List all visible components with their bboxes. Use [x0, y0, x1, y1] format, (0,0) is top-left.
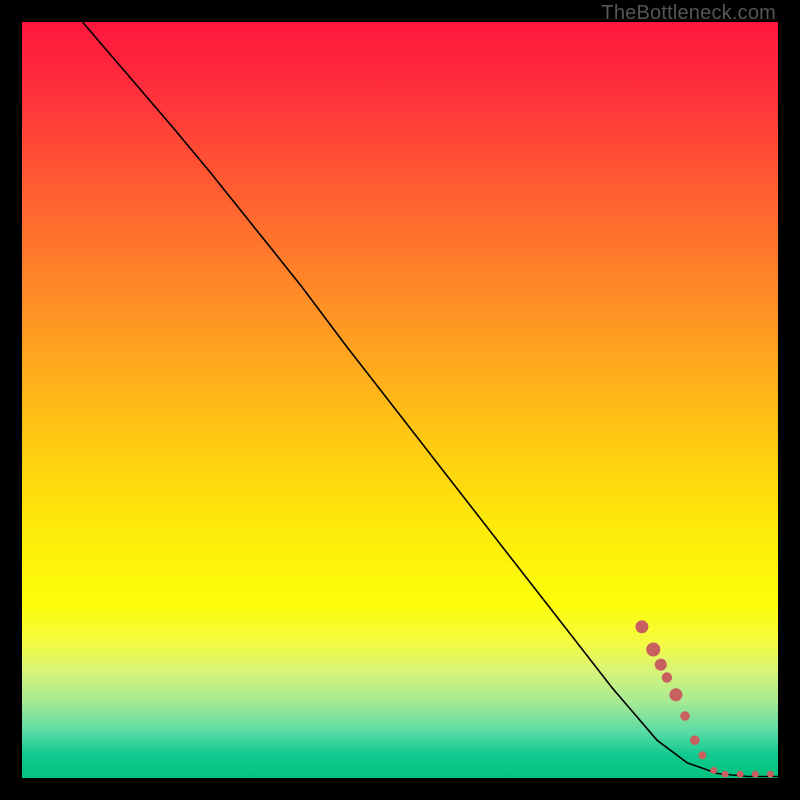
- data-point: [752, 771, 759, 778]
- chart-container: TheBottleneck.com: [0, 0, 800, 800]
- data-point: [690, 735, 700, 745]
- data-point: [767, 771, 774, 778]
- data-point: [737, 771, 744, 778]
- data-point: [662, 672, 672, 682]
- data-point: [669, 688, 682, 701]
- data-point: [710, 767, 717, 774]
- bottleneck-curve: [83, 22, 779, 777]
- data-point: [680, 711, 690, 721]
- data-point: [635, 620, 648, 633]
- data-point: [655, 659, 667, 671]
- data-point-cluster: [635, 620, 774, 777]
- chart-overlay: [22, 22, 778, 778]
- data-point: [646, 643, 660, 657]
- data-point: [698, 751, 706, 759]
- data-point: [722, 771, 729, 778]
